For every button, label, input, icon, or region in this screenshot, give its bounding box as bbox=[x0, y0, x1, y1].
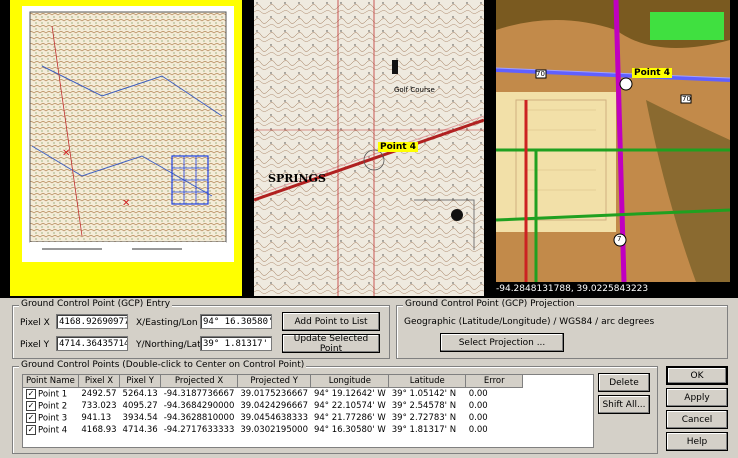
row-point-name: ✓ Point 2 bbox=[26, 400, 68, 412]
cell: -94.3187736667 bbox=[163, 389, 235, 399]
topo-place-label: SPRINGS bbox=[268, 172, 326, 185]
cell: 0.00 bbox=[468, 401, 488, 411]
table-row[interactable]: ✓ Point 3 941.13 3934.54 -94.3628810000 3… bbox=[23, 412, 523, 424]
map-area: ✕ ✕ Point 4 SPRINGS Golf Course Point 4 … bbox=[0, 0, 738, 298]
northing-input[interactable]: 39° 1.81317' N bbox=[200, 336, 272, 351]
road-map-panel[interactable]: Point 4 70 70 7 bbox=[496, 0, 730, 282]
topo-golf-label: Golf Course bbox=[394, 86, 435, 94]
col-projected-x[interactable]: Projected X bbox=[160, 375, 238, 388]
gcp-table-container[interactable]: Point Name Pixel X Pixel Y Projected X P… bbox=[22, 374, 594, 448]
cell: 0.00 bbox=[468, 389, 488, 399]
topo-map-svg bbox=[254, 0, 484, 296]
cell: 94° 21.77286' W bbox=[313, 413, 386, 423]
cell: 39.0454638333 bbox=[240, 413, 308, 423]
cell: 94° 16.30580' W bbox=[313, 425, 386, 435]
row-point-name: ✓ Point 4 bbox=[26, 424, 68, 436]
projection-text: Geographic (Latitude/Longitude) / WGS84 … bbox=[404, 317, 655, 327]
cell: 39.0175236667 bbox=[240, 389, 308, 399]
svg-text:✕: ✕ bbox=[62, 148, 70, 159]
cell: 0.00 bbox=[468, 413, 488, 423]
col-latitude[interactable]: Latitude bbox=[388, 375, 467, 388]
pixel-x-input[interactable]: 4168.926909774 bbox=[56, 314, 128, 329]
topo-map-panel[interactable]: Point 4 SPRINGS Golf Course bbox=[254, 0, 484, 296]
apply-button[interactable]: Apply bbox=[666, 388, 728, 407]
cell: 4714.36 bbox=[122, 425, 158, 435]
shift-all-button[interactable]: Shift All... bbox=[598, 395, 650, 414]
cell: 2492.57 bbox=[81, 389, 117, 399]
cell: 39.0302195000 bbox=[240, 425, 308, 435]
overview-map-svg: ✕ ✕ bbox=[29, 11, 227, 256]
cell: 4095.27 bbox=[122, 401, 158, 411]
col-longitude[interactable]: Longitude bbox=[310, 375, 390, 388]
row-checkbox[interactable]: ✓ bbox=[26, 412, 36, 423]
col-error[interactable]: Error bbox=[465, 375, 524, 388]
row-point-name: ✓ Point 3 bbox=[26, 412, 68, 424]
cell: 94° 22.10574' W bbox=[313, 401, 386, 411]
table-row[interactable]: ✓ Point 1 2492.57 5264.13 -94.3187736667 … bbox=[23, 388, 523, 401]
pixel-y-input[interactable]: 4714.364357142 bbox=[56, 336, 128, 351]
cell: 3934.54 bbox=[122, 413, 158, 423]
northing-label: Y/Northing/Lat bbox=[136, 340, 201, 350]
interstate-shield-1: 70 bbox=[536, 70, 545, 78]
col-point-name[interactable]: Point Name bbox=[23, 375, 79, 388]
gcp-entry-title: Ground Control Point (GCP) Entry bbox=[19, 299, 173, 309]
gcp-table: Point Name Pixel X Pixel Y Projected X P… bbox=[23, 375, 524, 436]
cell: -94.3628810000 bbox=[163, 413, 235, 423]
col-projected-y[interactable]: Projected Y bbox=[237, 375, 312, 388]
overview-map-panel[interactable]: ✕ ✕ bbox=[10, 0, 242, 296]
pixel-x-label: Pixel X bbox=[20, 318, 50, 328]
delete-button[interactable]: Delete bbox=[598, 373, 650, 392]
road-map-svg bbox=[496, 0, 730, 282]
topo-point-marker[interactable]: Point 4 bbox=[378, 142, 418, 152]
cell: 39° 1.05142' N bbox=[391, 389, 457, 399]
add-point-button[interactable]: Add Point to List bbox=[282, 312, 380, 331]
col-pixel-x[interactable]: Pixel X bbox=[78, 375, 121, 388]
cursor-coordinate-readout: -94.2848131788, 39.0225843223 bbox=[496, 284, 649, 294]
table-row[interactable]: ✓ Point 2 733.023 4095.27 -94.3684290000 … bbox=[23, 400, 523, 412]
cell: 0.00 bbox=[468, 425, 488, 435]
easting-input[interactable]: 94° 16.30580' W bbox=[200, 314, 272, 329]
overview-map-image: ✕ ✕ bbox=[22, 6, 234, 262]
ok-button[interactable]: OK bbox=[666, 366, 728, 385]
cell: -94.3684290000 bbox=[163, 401, 235, 411]
cell: 941.13 bbox=[81, 413, 112, 423]
gcp-list-title: Ground Control Points (Double-click to C… bbox=[19, 360, 307, 370]
help-button[interactable]: Help bbox=[666, 432, 728, 451]
cell: 39° 2.54578' N bbox=[391, 401, 457, 411]
select-projection-button[interactable]: Select Projection ... bbox=[440, 333, 564, 352]
cell: 94° 19.12642' W bbox=[313, 389, 386, 399]
cell: 4168.93 bbox=[81, 425, 117, 435]
gcp-projection-title: Ground Control Point (GCP) Projection bbox=[403, 299, 577, 309]
svg-text:✕: ✕ bbox=[122, 198, 130, 209]
cell: 733.023 bbox=[81, 401, 117, 411]
interstate-shield-2: 70 bbox=[682, 95, 691, 103]
cell: 5264.13 bbox=[122, 389, 158, 399]
row-point-name: ✓ Point 1 bbox=[26, 388, 68, 400]
pixel-y-label: Pixel Y bbox=[20, 340, 50, 350]
row-checkbox[interactable]: ✓ bbox=[26, 400, 36, 411]
row-checkbox[interactable]: ✓ bbox=[26, 424, 36, 435]
cell: 39° 2.72783' N bbox=[391, 413, 457, 423]
gcp-table-header: Point Name Pixel X Pixel Y Projected X P… bbox=[23, 375, 524, 388]
cell: 39° 1.81317' N bbox=[391, 425, 457, 435]
state-route-marker: 7 bbox=[617, 235, 622, 243]
cancel-button[interactable]: Cancel bbox=[666, 410, 728, 429]
cell: -94.2717633333 bbox=[163, 425, 235, 435]
easting-label: X/Easting/Lon bbox=[136, 318, 198, 328]
col-pixel-y[interactable]: Pixel Y bbox=[119, 375, 162, 388]
update-point-button[interactable]: Update Selected Point bbox=[282, 334, 380, 354]
table-row[interactable]: ✓ Point 4 4168.93 4714.36 -94.2717633333 … bbox=[23, 424, 523, 436]
row-checkbox[interactable]: ✓ bbox=[26, 388, 36, 399]
road-point-marker[interactable]: Point 4 bbox=[632, 68, 672, 78]
cell: 39.0424296667 bbox=[240, 401, 308, 411]
